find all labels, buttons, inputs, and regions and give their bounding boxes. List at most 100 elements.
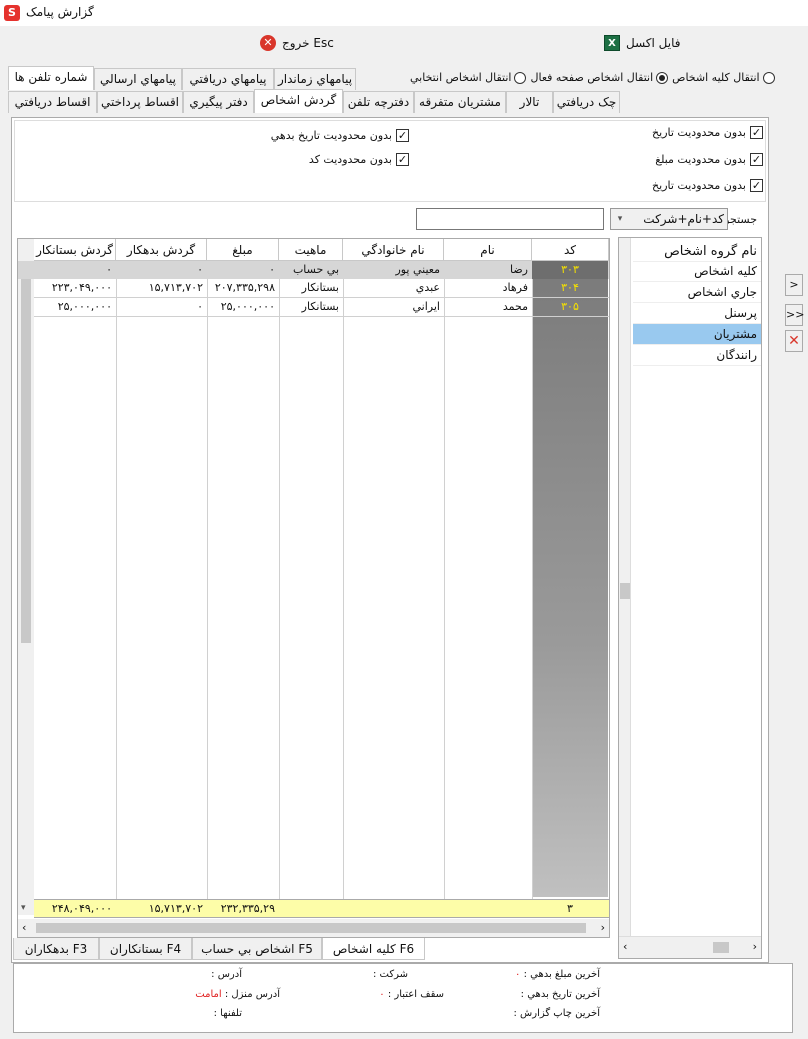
tab-followup-book[interactable]: دفتر پيگيري xyxy=(183,91,254,113)
scrollbar-thumb[interactable] xyxy=(713,942,729,953)
excel-export-button[interactable]: X فايل اکسل xyxy=(604,35,680,51)
group-item-current[interactable]: جاري اشخاص xyxy=(633,282,761,303)
filter-cell-nature[interactable]: بي حساب xyxy=(279,261,343,279)
checkbox-no-code-limit[interactable]: ✓ بدون محدوديت کد xyxy=(309,153,409,166)
filter-cell-code[interactable]: ۳۰۳ xyxy=(532,261,608,279)
filter-cell-amount[interactable]: ۰ xyxy=(207,261,279,279)
tab-phonebook[interactable]: دفترچه تلفن xyxy=(343,91,414,113)
column-header-amount[interactable]: مبلغ xyxy=(207,239,279,261)
tab-debtors[interactable]: بدهکاران F3 xyxy=(13,938,99,960)
group-item-all[interactable]: کليه اشخاص xyxy=(633,261,761,282)
group-item-drivers[interactable]: رانندگان xyxy=(633,345,761,366)
column-divider xyxy=(343,239,344,915)
address-label: آدرس : xyxy=(211,969,242,980)
checkbox-check-icon: ✓ xyxy=(750,179,763,192)
table-cell-debit[interactable]: ۱۵,۷۱۳,۷۰۲ xyxy=(116,279,207,297)
column-header-last-name[interactable]: نام خانوادگي xyxy=(343,239,444,261)
radio-transfer-active-label: انتقال اشخاص صفحه فعال xyxy=(530,71,654,84)
code-column-bg xyxy=(532,261,608,897)
column-divider xyxy=(207,239,208,915)
table-cell-last-name[interactable]: ايراني xyxy=(343,298,444,316)
radio-circle xyxy=(762,71,775,84)
column-header-debit-turnover[interactable]: گردش بدهکار xyxy=(116,239,207,261)
tab-persons-turnover[interactable]: گردش اشخاص xyxy=(254,89,343,113)
radio-transfer-all-label: انتقال کليه اشخاص xyxy=(672,71,760,84)
table-cell-code[interactable]: ۳۰۴ xyxy=(532,279,608,297)
table-cell-last-name[interactable]: عبدي xyxy=(343,279,444,297)
chevron-right-icon[interactable]: › xyxy=(601,921,605,934)
tab-received-messages[interactable]: پيامهاي دريافتي xyxy=(182,68,274,90)
groups-header: نام گروه اشخاص xyxy=(633,241,761,262)
tab-received-checks[interactable]: چک دريافتي xyxy=(553,91,620,113)
checkbox-no-amount-limit[interactable]: ✓ بدون محدوديت مبلغ xyxy=(655,153,763,166)
group-item-staff[interactable]: پرسنل xyxy=(633,303,761,324)
grid-horizontal-scrollbar[interactable]: ‹ › xyxy=(18,919,609,937)
column-divider xyxy=(532,239,533,915)
scrollbar-thumb[interactable] xyxy=(620,583,630,599)
chevron-left-icon[interactable]: ‹ xyxy=(623,940,627,953)
table-cell-amount[interactable]: ۲۵,۰۰۰,۰۰۰ xyxy=(207,298,279,316)
radio-transfer-selected-label: انتقال اشخاص انتخابي xyxy=(410,71,512,84)
exit-button[interactable]: ✕ خروج Esc xyxy=(260,35,334,51)
person-info-panel: آخرين مبلغ بدهي : ۰ آخرين تاريخ بدهي : آ… xyxy=(13,963,793,1033)
column-header-credit-turnover[interactable]: گردش بستانکار xyxy=(34,239,116,261)
tab-sent-messages[interactable]: پيامهاي ارسالي xyxy=(94,68,182,90)
last-debt-amount-value: ۰ xyxy=(515,969,521,980)
search-input[interactable] xyxy=(416,208,604,230)
row-divider xyxy=(34,297,609,298)
tab-misc-customers[interactable]: مشتريان متفرقه xyxy=(414,91,506,113)
search-mode-select[interactable]: ▾ کد+نام+شرکت xyxy=(610,208,728,230)
table-cell-nature[interactable]: بستانکار xyxy=(279,298,343,316)
checkbox-no-date-limit-1[interactable]: ✓ بدون محدوديت تاريخ xyxy=(652,126,763,139)
table-cell-debit[interactable]: ۰ xyxy=(116,298,207,316)
table-cell-first-name[interactable]: محمد xyxy=(444,298,532,316)
radio-transfer-all[interactable]: انتقال کليه اشخاص xyxy=(672,71,775,84)
move-next-button[interactable]: > xyxy=(785,274,803,296)
group-item-customers[interactable]: مشتريان xyxy=(633,324,761,345)
close-icon: ✕ xyxy=(260,35,276,51)
transfer-options: انتقال کليه اشخاص انتقال اشخاص صفحه فعال… xyxy=(410,71,775,84)
filter-cell-credit[interactable]: ۰ xyxy=(34,261,116,279)
radio-transfer-selected[interactable]: انتقال اشخاص انتخابي xyxy=(410,71,527,84)
column-divider xyxy=(444,239,445,915)
toolbar: ✕ خروج Esc X فايل اکسل xyxy=(0,26,808,64)
table-cell-amount[interactable]: ۲۰۷,۳۳۵,۲۹۸ xyxy=(207,279,279,297)
checkbox-check-icon: ✓ xyxy=(750,153,763,166)
table-cell-credit[interactable]: ۲۵,۰۰۰,۰۰۰ xyxy=(34,298,116,316)
home-address-label: آدرس منزل : xyxy=(224,989,280,1000)
groups-vertical-scrollbar[interactable] xyxy=(619,238,631,936)
chevron-down-icon[interactable]: ▾ xyxy=(21,903,26,913)
chevron-right-icon[interactable]: › xyxy=(753,940,757,953)
tab-creditors[interactable]: بستانکاران F4 xyxy=(99,938,192,960)
tab-hall[interactable]: تالار xyxy=(506,91,553,113)
column-header-first-name[interactable]: نام xyxy=(444,239,532,261)
table-cell-first-name[interactable]: فرهاد xyxy=(444,279,532,297)
scrollbar-thumb[interactable] xyxy=(36,923,586,933)
column-header-code[interactable]: کد xyxy=(532,239,609,261)
tab-scheduled-messages[interactable]: پيامهاي زماندار xyxy=(274,68,356,90)
move-all-button[interactable]: >> xyxy=(785,304,804,326)
tab-phone-numbers[interactable]: شماره تلفن ها xyxy=(8,66,94,90)
tab-paid-installments[interactable]: اقساط پرداختي xyxy=(97,91,183,113)
table-cell-nature[interactable]: بستانکار xyxy=(279,279,343,297)
tab-received-installments[interactable]: اقساط دريافتي xyxy=(8,91,97,113)
filter-cell-last-name[interactable]: معيني پور xyxy=(343,261,444,279)
tab-zero-balance[interactable]: اشخاص بي حساب F5 xyxy=(192,938,322,960)
filter-cell-debit[interactable]: ۰ xyxy=(116,261,207,279)
column-divider xyxy=(116,239,117,915)
chevron-left-icon[interactable]: ‹ xyxy=(22,921,26,934)
home-address-value: امامت xyxy=(195,989,222,1000)
scrollbar-thumb[interactable] xyxy=(21,263,31,643)
groups-horizontal-scrollbar[interactable]: ‹ › xyxy=(619,936,761,958)
table-cell-credit[interactable]: ۲۲۳,۰۴۹,۰۰۰ xyxy=(34,279,116,297)
filter-cell-first-name[interactable]: رضا xyxy=(444,261,532,279)
checkbox-no-date-limit-2[interactable]: ✓ بدون محدوديت تاريخ xyxy=(652,179,763,192)
column-header-nature[interactable]: ماهيت xyxy=(279,239,343,261)
radio-transfer-active-page[interactable]: انتقال اشخاص صفحه فعال xyxy=(530,71,669,84)
table-cell-code[interactable]: ۳۰۵ xyxy=(532,298,608,316)
tab-all-persons[interactable]: کليه اشخاص F6 xyxy=(322,938,425,960)
grid-vertical-scrollbar[interactable]: ▾ xyxy=(18,239,34,915)
checkbox-no-debt-date-limit[interactable]: ✓ بدون محدوديت تاريخ بدهي xyxy=(271,129,409,142)
column-divider xyxy=(279,239,280,915)
remove-icon[interactable]: ✕ xyxy=(785,330,803,352)
